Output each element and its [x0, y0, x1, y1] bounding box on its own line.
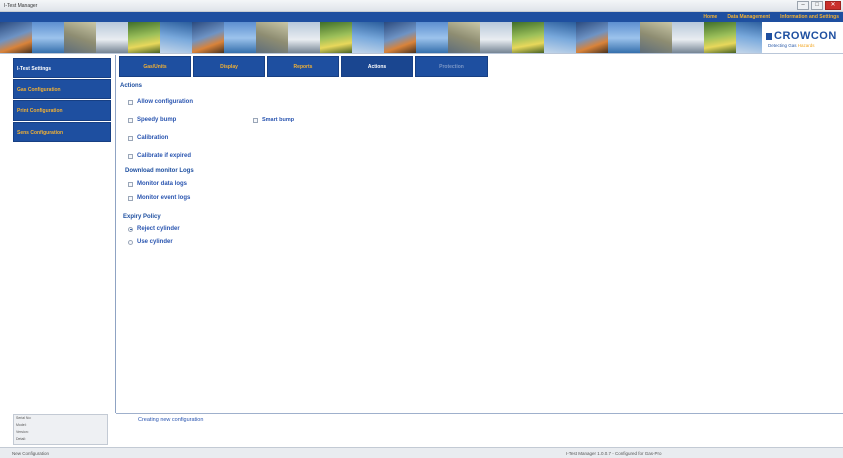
tab-protection[interactable]: Protection [415, 56, 488, 77]
status-message: Creating new configuration [138, 417, 204, 423]
status-bar-right-text: I-Test Manager 1.0.0.7 - Configured for … [566, 451, 662, 456]
banner-photo [576, 22, 608, 53]
use-cylinder-label: Use cylinder [137, 239, 173, 245]
banner-photo [640, 22, 672, 53]
menu-item-home[interactable]: Home [703, 14, 717, 20]
banner-photos [0, 22, 768, 53]
logo-mark-icon [766, 33, 772, 40]
logo-name: CROWCON [774, 30, 837, 42]
sidebar-item-itest-settings[interactable]: I-Test Settings [13, 58, 111, 78]
logo-tagline: Detecting Gas Hazards [768, 43, 815, 48]
banner-photo [64, 22, 96, 53]
speedy-bump-option[interactable]: Speedy bump [128, 117, 176, 123]
calibration-label: Calibration [137, 135, 169, 141]
allow-configuration-label: Allow configuration [137, 99, 193, 105]
window-title-bar: I-Test Manager – □ ✕ [0, 0, 843, 12]
banner-photo [160, 22, 192, 53]
use-cylinder-radio[interactable] [128, 239, 133, 245]
monitor-event-logs-label: Monitor event logs [137, 195, 191, 201]
content-divider [116, 413, 843, 414]
menu-item-data-management[interactable]: Data Management [727, 14, 770, 20]
calibrate-if-expired-label: Calibrate if expired [137, 153, 192, 159]
info-version: Version: [16, 430, 29, 434]
minimize-button[interactable]: – [797, 1, 809, 10]
banner-photo [0, 22, 32, 53]
smart-bump-label: Smart bump [262, 117, 295, 123]
banner-photo [480, 22, 512, 53]
banner-photo [96, 22, 128, 53]
banner-photo [384, 22, 416, 53]
download-logs-section-title: Download monitor Logs [125, 168, 194, 174]
banner-photo [608, 22, 640, 53]
reject-cylinder-radio[interactable] [128, 226, 133, 232]
status-bar-left-text: New Configuration [12, 451, 50, 456]
info-detail: Detail: [16, 437, 26, 441]
banner-photo [128, 22, 160, 53]
banner-photo [512, 22, 544, 53]
sidebar-item-print-configuration[interactable]: Print Configuration [13, 100, 111, 121]
sidebar-item-sens-configuration[interactable]: Sens Configuration [13, 122, 111, 142]
reject-cylinder-label: Reject cylinder [137, 226, 180, 232]
monitor-data-logs-label: Monitor data logs [137, 181, 187, 187]
banner-photo [224, 22, 256, 53]
smart-bump-checkbox[interactable] [253, 117, 258, 123]
info-serial: Serial No: [16, 416, 32, 420]
allow-configuration-option[interactable]: Allow configuration [128, 99, 193, 105]
monitor-data-logs-option[interactable]: Monitor data logs [128, 181, 187, 187]
calibration-option[interactable]: Calibration [128, 135, 168, 141]
reject-cylinder-option[interactable]: Reject cylinder [128, 226, 180, 232]
window-title: I-Test Manager [4, 3, 38, 9]
top-menu-bar: Home Data Management Information and Set… [0, 12, 843, 22]
window-controls: – □ ✕ [797, 1, 841, 10]
banner-photo [352, 22, 384, 53]
logo-tagline-highlight: Hazards [797, 43, 815, 48]
speedy-bump-label: Speedy bump [137, 117, 177, 123]
banner-photo [192, 22, 224, 53]
info-model: Model: [16, 423, 27, 427]
crowcon-logo: CROWCON Detecting Gas Hazards [762, 22, 843, 53]
monitor-event-logs-option[interactable]: Monitor event logs [128, 195, 190, 201]
monitor-data-logs-checkbox[interactable] [128, 181, 133, 187]
banner-photo [448, 22, 480, 53]
status-bar: New Configuration I-Test Manager 1.0.0.7… [0, 447, 843, 458]
actions-section-title: Actions [120, 83, 143, 89]
tab-reports[interactable]: Reports [267, 56, 339, 77]
banner-photo [544, 22, 576, 53]
calibrate-if-expired-option[interactable]: Calibrate if expired [128, 153, 191, 159]
banner-photo [704, 22, 736, 53]
expiry-policy-section-title: Expiry Policy [123, 214, 161, 220]
calibration-checkbox[interactable] [128, 135, 133, 141]
top-menu: Home Data Management Information and Set… [703, 14, 839, 20]
speedy-bump-checkbox[interactable] [128, 117, 133, 123]
close-button[interactable]: ✕ [825, 1, 841, 10]
menu-item-information-settings[interactable]: Information and Settings [780, 14, 839, 20]
use-cylinder-option[interactable]: Use cylinder [128, 239, 173, 245]
banner-photo [32, 22, 64, 53]
banner-photo [416, 22, 448, 53]
smart-bump-option[interactable]: Smart bump [253, 117, 294, 123]
calibrate-if-expired-checkbox[interactable] [128, 153, 133, 159]
banner-photo [320, 22, 352, 53]
actions-panel: Actions Allow configuration Speedy bump … [117, 78, 843, 413]
maximize-button[interactable]: □ [811, 1, 823, 10]
tab-gas-units[interactable]: Gas/Units [119, 56, 191, 77]
sidebar-item-gas-configuration[interactable]: Gas Configuration [13, 79, 111, 99]
allow-configuration-checkbox[interactable] [128, 99, 133, 105]
banner-photo [672, 22, 704, 53]
tab-display[interactable]: Display [193, 56, 265, 77]
logo-tagline-prefix: Detecting Gas [768, 43, 798, 48]
device-info-panel: Serial No: Model: Version: Detail: [13, 414, 108, 445]
tab-actions[interactable]: Actions [341, 56, 413, 77]
monitor-event-logs-checkbox[interactable] [128, 195, 133, 201]
header-banner: CROWCON Detecting Gas Hazards [0, 22, 843, 54]
banner-photo [256, 22, 288, 53]
banner-photo [288, 22, 320, 53]
